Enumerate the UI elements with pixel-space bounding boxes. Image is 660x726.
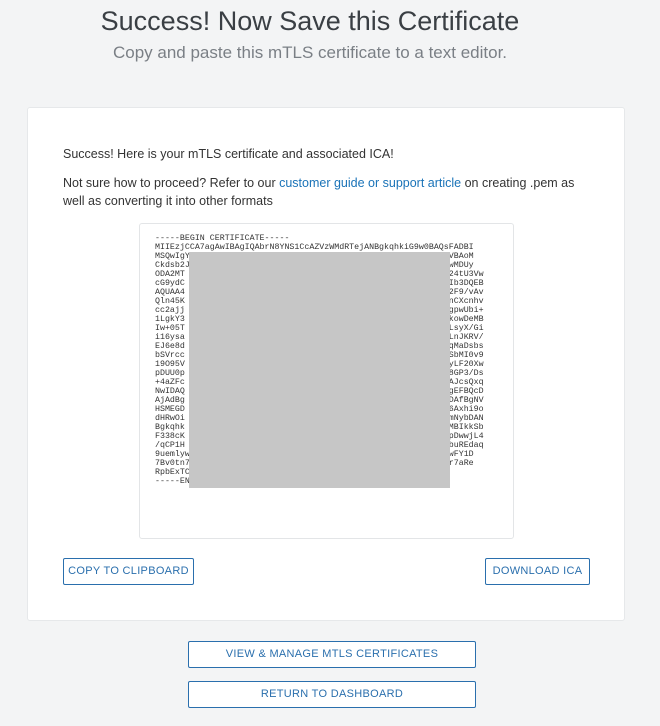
proceed-text: Not sure how to proceed? Refer to our cu… [63, 174, 593, 210]
download-ica-button[interactable]: DOWNLOAD ICA [485, 558, 590, 585]
page-title: Success! Now Save this Certificate [100, 6, 520, 36]
certificate-card: Success! Here is your mTLS certificate a… [27, 107, 625, 621]
copy-to-clipboard-button[interactable]: COPY TO CLIPBOARD [63, 558, 194, 585]
customer-guide-link[interactable]: customer guide or support article [279, 176, 461, 190]
return-to-dashboard-button[interactable]: RETURN TO DASHBOARD [188, 681, 476, 708]
certificate-line: -----BEGIN CERTIFICATE----- [155, 234, 290, 243]
certificate-line: MIIEzjCCA7agAwIBAgIQAbrN8YNS1CcAZVzWMdRT… [155, 243, 474, 252]
certificate-textbox[interactable]: -----BEGIN CERTIFICATE----- MIIEzjCCA7agA… [139, 223, 514, 539]
page-subtitle: Copy and paste this mTLS certificate to … [112, 43, 508, 62]
redaction-block [189, 252, 450, 488]
view-manage-certificates-button[interactable]: VIEW & MANAGE MTLS CERTIFICATES [188, 641, 476, 668]
intro-text: Success! Here is your mTLS certificate a… [63, 147, 394, 161]
proceed-text-before: Not sure how to proceed? Refer to our [63, 176, 280, 190]
